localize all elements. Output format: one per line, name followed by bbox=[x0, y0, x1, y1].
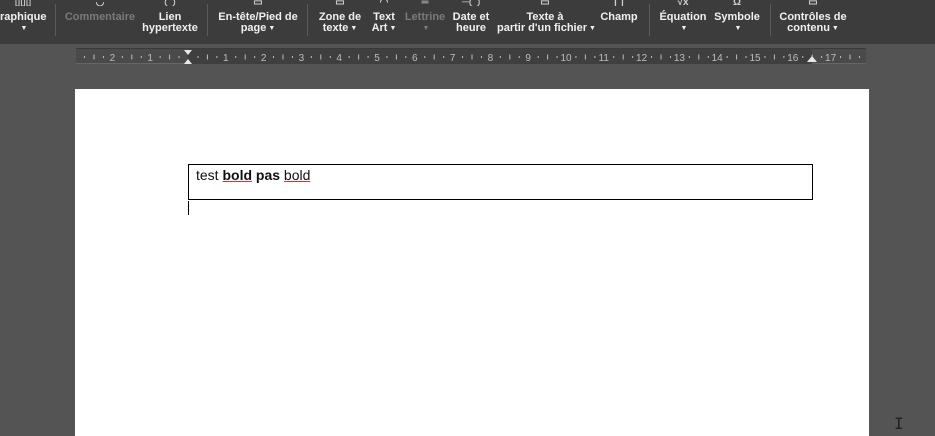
ruler-area: 2 1 1 2 3 4 5 6 7 8 9 10 11 12 13 14 15 16 17 bbox=[0, 44, 935, 88]
ruler-label: 4 bbox=[336, 53, 342, 64]
textbox-icon: ▭ bbox=[335, 0, 345, 6]
header-footer-icon: ▭ bbox=[253, 0, 263, 6]
texte-fichier-button[interactable]: ▭ Texte à partir d'un fichier ▼ bbox=[497, 0, 596, 44]
ruler-label: 10 bbox=[560, 53, 572, 64]
left-indent-marker[interactable] bbox=[184, 50, 192, 64]
commentaire-button[interactable]: ◡ Commentaire bbox=[64, 0, 136, 44]
right-indent-marker[interactable] bbox=[807, 56, 817, 62]
chevron-down-icon: ▼ bbox=[734, 25, 742, 32]
chevron-down-icon: ▼ bbox=[389, 25, 397, 32]
ruler-label: 1 bbox=[223, 53, 229, 64]
chevron-down-icon: ▼ bbox=[268, 25, 276, 32]
ruler-label: 6 bbox=[412, 53, 418, 64]
textart-icon: ◠ bbox=[379, 0, 389, 6]
graphique-button[interactable]: ▯▯▯ raphique ▼ bbox=[0, 0, 46, 44]
separator bbox=[307, 4, 308, 36]
equation-icon: √x bbox=[677, 0, 689, 6]
document-page[interactable]: test bold pas bold bbox=[75, 89, 869, 436]
omega-icon: Ω bbox=[732, 0, 742, 6]
ruler-label: 15 bbox=[749, 53, 761, 64]
separator bbox=[770, 4, 771, 36]
chevron-down-icon: ▼ bbox=[20, 25, 28, 32]
chart-icon: ▯▯▯ bbox=[14, 0, 32, 6]
chevron-down-icon: ▼ bbox=[422, 25, 430, 32]
separator bbox=[649, 4, 650, 36]
ruler-scale: 2 1 1 2 3 4 5 6 7 8 9 10 11 12 13 14 15 16 17 bbox=[84, 50, 860, 64]
lettrine-button[interactable]: ═ Lettrine ▼ bbox=[404, 0, 446, 44]
word-bold-plain: bold bbox=[283, 167, 311, 183]
ruler-label: 11 bbox=[599, 53, 610, 64]
champ-button[interactable]: [ ] Champ bbox=[597, 0, 641, 44]
word-bold-underlined: bold bbox=[222, 167, 253, 183]
equation-button[interactable]: √x Équation ▼ bbox=[657, 0, 709, 44]
field-icon: [ ] bbox=[614, 0, 624, 6]
ruler-label: 12 bbox=[636, 53, 648, 64]
content-controls-icon: ▭ bbox=[808, 0, 818, 6]
clock-icon: ─◯ bbox=[461, 0, 481, 6]
mouse-ibeam-icon: I bbox=[894, 414, 904, 433]
ruler-label: 8 bbox=[488, 53, 494, 64]
lien-hypertexte-button[interactable]: ◯ Lien hypertexte bbox=[140, 0, 200, 44]
symbole-button[interactable]: Ω Symbole ▼ bbox=[712, 0, 762, 44]
zone-de-texte-button[interactable]: ▭ Zone de texte ▼ bbox=[316, 0, 364, 44]
chevron-down-icon: ▼ bbox=[831, 25, 839, 32]
cell-text[interactable]: test bold pas bold bbox=[196, 167, 310, 183]
graphique-label: raphique bbox=[0, 11, 47, 23]
entete-pied-button[interactable]: ▭ En-tête/Pied de page ▼ bbox=[216, 0, 300, 44]
commentaire-label: Commentaire bbox=[64, 11, 136, 23]
separator bbox=[207, 4, 208, 36]
horizontal-ruler[interactable]: 2 1 1 2 3 4 5 6 7 8 9 10 11 12 13 14 15 16 17 bbox=[76, 48, 866, 64]
controles-contenu-button[interactable]: ▭ Contrôles de contenu ▼ bbox=[776, 0, 850, 44]
word-test: test bbox=[196, 167, 219, 183]
comment-icon: ◡ bbox=[95, 0, 105, 6]
ruler-label: 1 bbox=[147, 53, 153, 64]
chevron-down-icon: ▼ bbox=[589, 25, 596, 32]
ruler-label: 7 bbox=[450, 53, 456, 64]
ruler-label: 16 bbox=[787, 53, 799, 64]
ruler-label: 5 bbox=[374, 53, 380, 64]
chevron-down-icon: ▼ bbox=[680, 25, 688, 32]
text-art-button[interactable]: ◠ Text Art ▼ bbox=[367, 0, 401, 44]
ruler-label: 14 bbox=[712, 53, 724, 64]
separator bbox=[55, 4, 56, 36]
ruler-label: 3 bbox=[299, 53, 305, 64]
ribbon-toolbar: ▯▯▯ raphique ▼ ◡ Commentaire ◯ Lien hype… bbox=[0, 0, 935, 44]
ruler-label: 2 bbox=[110, 53, 116, 64]
file-text-icon: ▭ bbox=[540, 0, 550, 6]
link-icon: ◯ bbox=[164, 0, 176, 6]
word-pas: pas bbox=[255, 167, 281, 183]
date-heure-button[interactable]: ─◯ Date et heure bbox=[449, 0, 493, 44]
table-cell[interactable]: test bold pas bold bbox=[188, 164, 813, 200]
text-cursor bbox=[188, 201, 189, 215]
ruler-label: 2 bbox=[261, 53, 267, 64]
ruler-label: 9 bbox=[525, 53, 531, 64]
ruler-label: 13 bbox=[674, 53, 686, 64]
chevron-down-icon: ▼ bbox=[350, 25, 358, 32]
ruler-label: 17 bbox=[825, 53, 837, 64]
dropcap-icon: ═ bbox=[421, 0, 429, 6]
